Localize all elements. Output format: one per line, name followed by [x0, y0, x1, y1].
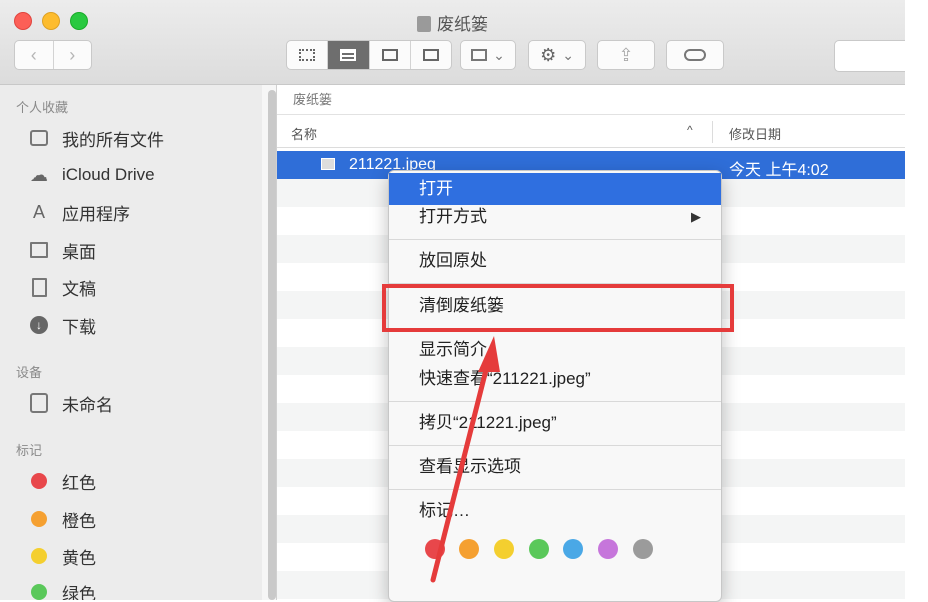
annotation-arrow — [430, 336, 500, 583]
annotation-arrow-head — [478, 336, 500, 372]
annotation-arrow-shaft — [430, 359, 491, 583]
